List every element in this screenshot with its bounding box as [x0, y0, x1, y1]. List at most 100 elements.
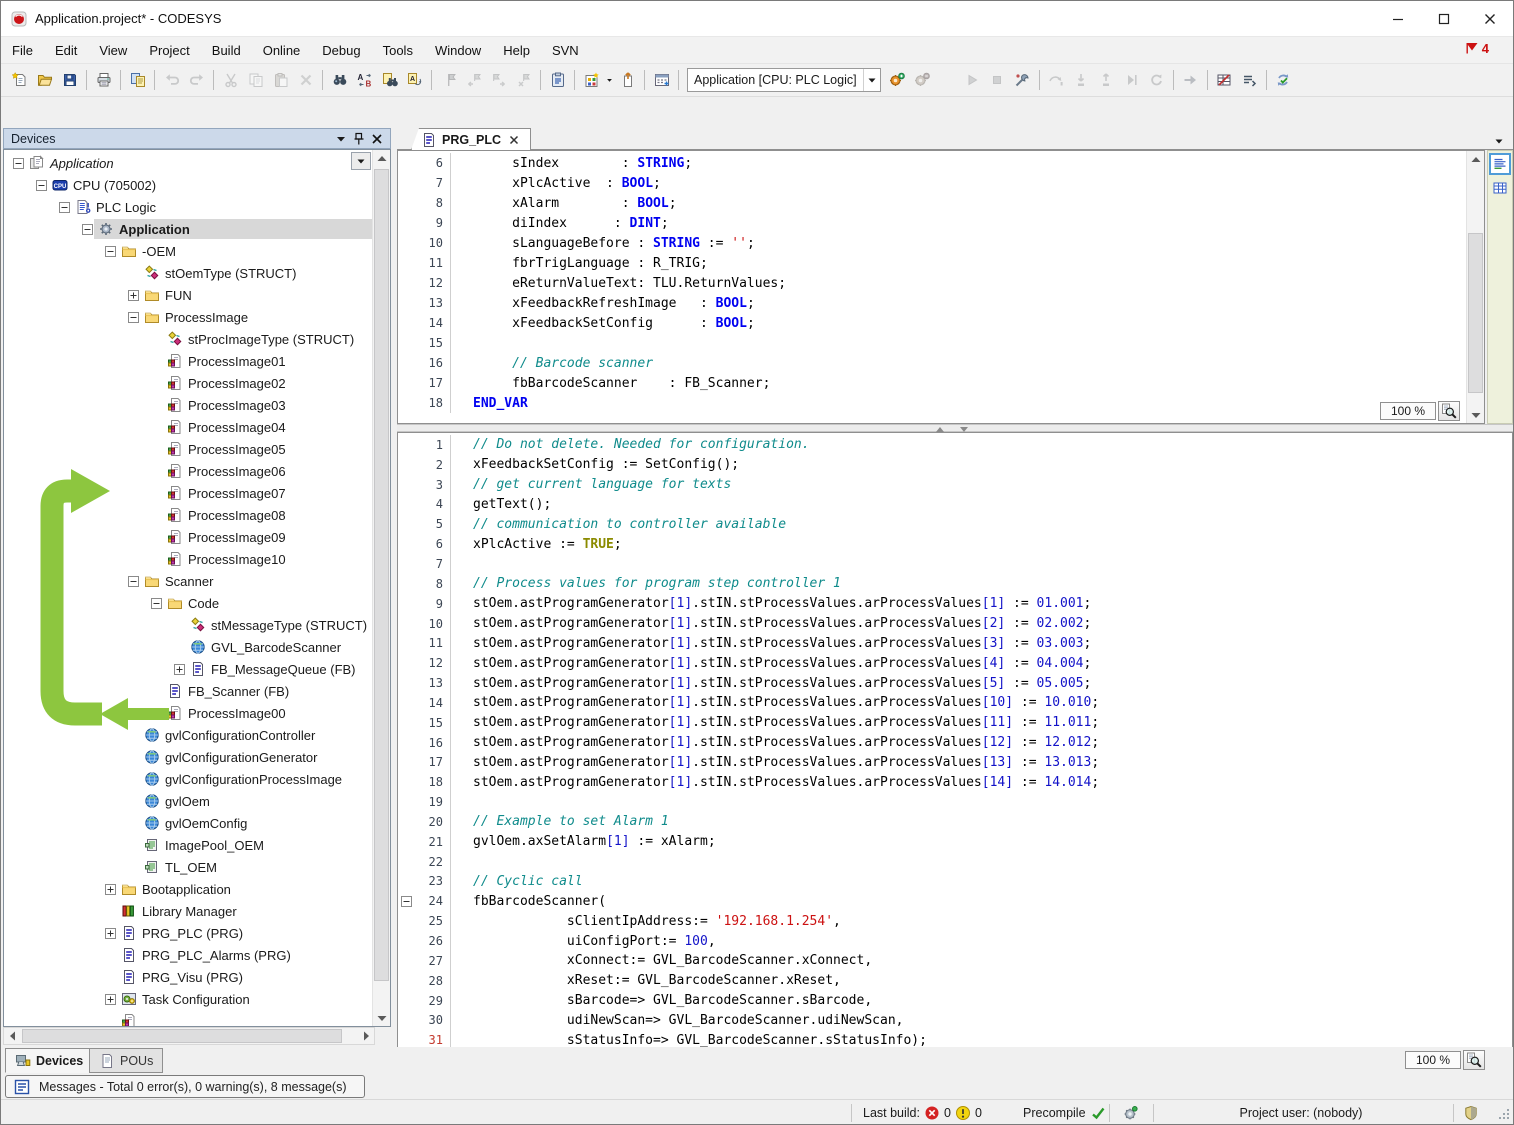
print-icon[interactable]: [91, 68, 116, 92]
tree-item-application[interactable]: Application: [4, 152, 372, 174]
tree-item-processimage05[interactable]: ProcessImage05: [4, 438, 372, 460]
menu-online[interactable]: Online: [252, 39, 312, 62]
watch-icon[interactable]: [1237, 68, 1262, 92]
tree-item-stprocimagetype-struct-[interactable]: stProcImageType (STRUCT): [4, 328, 372, 350]
code-line-29[interactable]: 29 sBarcode=> GVL_BarcodeScanner.sBarcod…: [398, 991, 1512, 1011]
tree-item-processimage00[interactable]: ProcessImage00: [4, 702, 372, 724]
pin-panel-button[interactable]: [350, 131, 368, 147]
menu-edit[interactable]: Edit: [44, 39, 88, 62]
code-line-19[interactable]: 19: [398, 792, 1512, 812]
panel-menu-button[interactable]: [332, 131, 350, 147]
collapse-toggle[interactable]: [150, 598, 163, 609]
code-line-20[interactable]: 20// Example to set Alarm 1: [398, 812, 1512, 832]
device-catalog-icon[interactable]: [649, 68, 674, 92]
tree-item-processimage07[interactable]: ProcessImage07: [4, 482, 372, 504]
tree-item-partial[interactable]: [4, 1010, 372, 1027]
tab-pous[interactable]: POUs: [89, 1048, 163, 1073]
tree-item-gvl-barcodescanner[interactable]: GVL_BarcodeScanner: [4, 636, 372, 658]
new-file-icon[interactable]: [7, 68, 32, 92]
undefined-icon[interactable]: [935, 68, 960, 92]
reset-icon[interactable]: [1144, 68, 1169, 92]
code-line-9[interactable]: 9 diIndex : DINT;: [398, 213, 1484, 233]
next-bookmark-icon[interactable]: [486, 68, 511, 92]
scroll-down-button[interactable]: [373, 1009, 390, 1026]
tab-devices[interactable]: Devices: [5, 1048, 93, 1073]
menu-file[interactable]: File: [1, 39, 44, 62]
code-line-6[interactable]: 6xPlcActive := TRUE;: [398, 534, 1512, 554]
tree-item-processimage03[interactable]: ProcessImage03: [4, 394, 372, 416]
zoom-level[interactable]: 100 %: [1380, 402, 1436, 420]
code-line-12[interactable]: 12 eReturnValueText: TLU.ReturnValues;: [398, 273, 1484, 293]
scroll-down-button[interactable]: [1467, 406, 1484, 423]
tree-item-bootapplication[interactable]: Bootapplication: [4, 878, 372, 900]
zoom-button[interactable]: [1463, 1050, 1485, 1070]
code-line-17[interactable]: 17 fbBarcodeScanner : FB_Scanner;: [398, 373, 1484, 393]
tree-item--oem[interactable]: -OEM: [4, 240, 372, 262]
expand-toggle[interactable]: [104, 994, 117, 1005]
start-icon[interactable]: [960, 68, 985, 92]
undo-icon[interactable]: [159, 68, 184, 92]
scrollbar-thumb[interactable]: [374, 169, 389, 981]
code-line-30[interactable]: 30 udiNewScan=> GVL_BarcodeScanner.udiNe…: [398, 1010, 1512, 1030]
step-into-icon[interactable]: [1069, 68, 1094, 92]
tree-item-processimage09[interactable]: ProcessImage09: [4, 526, 372, 548]
tree-item-fun[interactable]: FUN: [4, 284, 372, 306]
tree-item-processimage08[interactable]: ProcessImage08: [4, 504, 372, 526]
expand-toggle[interactable]: [127, 290, 140, 301]
tree-horizontal-scrollbar[interactable]: [3, 1027, 375, 1045]
tree-item-application[interactable]: Application: [4, 218, 372, 240]
breakpoints-icon[interactable]: [1010, 68, 1035, 92]
zoom-button[interactable]: [1438, 401, 1460, 421]
code-line-18[interactable]: 18stOem.astProgramGenerator[1].stIN.stPr…: [398, 772, 1512, 792]
menu-tools[interactable]: Tools: [372, 39, 424, 62]
stop-icon[interactable]: [985, 68, 1010, 92]
tree-item-processimage[interactable]: ProcessImage: [4, 306, 372, 328]
code-line-24[interactable]: 24fbBarcodeScanner(: [398, 891, 1512, 911]
tree-item-stmessagetype-struct-[interactable]: stMessageType (STRUCT): [4, 614, 372, 636]
tree-item-processimage02[interactable]: ProcessImage02: [4, 372, 372, 394]
cut-icon[interactable]: [218, 68, 243, 92]
scroll-up-button[interactable]: [1467, 151, 1484, 168]
chevron-down-icon[interactable]: [604, 68, 615, 92]
paste-special-icon[interactable]: [545, 68, 570, 92]
collapse-toggle[interactable]: [127, 312, 140, 323]
code-line-16[interactable]: 16stOem.astProgramGenerator[1].stIN.stPr…: [398, 733, 1512, 753]
tree-item-scanner[interactable]: Scanner: [4, 570, 372, 592]
collapse-toggle[interactable]: [127, 576, 140, 587]
tree-item-prg-plc-alarms-prg-[interactable]: PRG_PLC_Alarms (PRG): [4, 944, 372, 966]
code-line-14[interactable]: 14stOem.astProgramGenerator[1].stIN.stPr…: [398, 693, 1512, 713]
resize-grip[interactable]: [1495, 1105, 1511, 1121]
code-line-8[interactable]: 8// Process values for program step cont…: [398, 574, 1512, 594]
chevron-down-icon[interactable]: [863, 69, 880, 91]
delete-icon[interactable]: [293, 68, 318, 92]
scroll-up-button[interactable]: [373, 150, 390, 167]
close-tab-button[interactable]: [506, 132, 522, 148]
collapse-toggle[interactable]: [12, 158, 25, 169]
code-line-15[interactable]: 15stOem.astProgramGenerator[1].stIN.stPr…: [398, 713, 1512, 733]
code-line-13[interactable]: 13 xFeedbackRefreshImage : BOOL;: [398, 293, 1484, 313]
code-line-13[interactable]: 13stOem.astProgramGenerator[1].stIN.stPr…: [398, 673, 1512, 693]
run-to-cursor-icon[interactable]: [1119, 68, 1144, 92]
code-line-7[interactable]: 7 xPlcActive : BOOL;: [398, 173, 1484, 193]
code-line-17[interactable]: 17stOem.astProgramGenerator[1].stIN.stPr…: [398, 753, 1512, 773]
code-line-6[interactable]: 6 sIndex : STRING;: [398, 153, 1484, 173]
tree-item-prg-plc-prg-[interactable]: PRG_PLC (PRG): [4, 922, 372, 944]
tree-item-library-manager[interactable]: Library Manager: [4, 900, 372, 922]
tree-item-gvloemconfig[interactable]: gvlOemConfig: [4, 812, 372, 834]
replace-in-files-icon[interactable]: A: [402, 68, 427, 92]
tree-item-imagepool-oem[interactable]: ImagePool_OEM: [4, 834, 372, 856]
editor-splitter[interactable]: [397, 424, 1513, 432]
scrollbar-thumb[interactable]: [1468, 233, 1483, 393]
tree-item-tl-oem[interactable]: TL_OEM: [4, 856, 372, 878]
menu-window[interactable]: Window: [424, 39, 492, 62]
textual-view-button[interactable]: [1489, 153, 1511, 175]
code-line-3[interactable]: 3// get current language for texts: [398, 475, 1512, 495]
code-line-11[interactable]: 11 fbrTrigLanguage : R_TRIG;: [398, 253, 1484, 273]
tree-item-code[interactable]: Code: [4, 592, 372, 614]
code-line-10[interactable]: 10 sLanguageBefore : STRING := '';: [398, 233, 1484, 253]
messages-tab[interactable]: Messages - Total 0 error(s), 0 warning(s…: [5, 1075, 365, 1098]
find-icon[interactable]: [327, 68, 352, 92]
toggle-bookmark-icon[interactable]: [436, 68, 461, 92]
save-icon[interactable]: [57, 68, 82, 92]
tree-item-plc-logic[interactable]: PLC Logic: [4, 196, 372, 218]
